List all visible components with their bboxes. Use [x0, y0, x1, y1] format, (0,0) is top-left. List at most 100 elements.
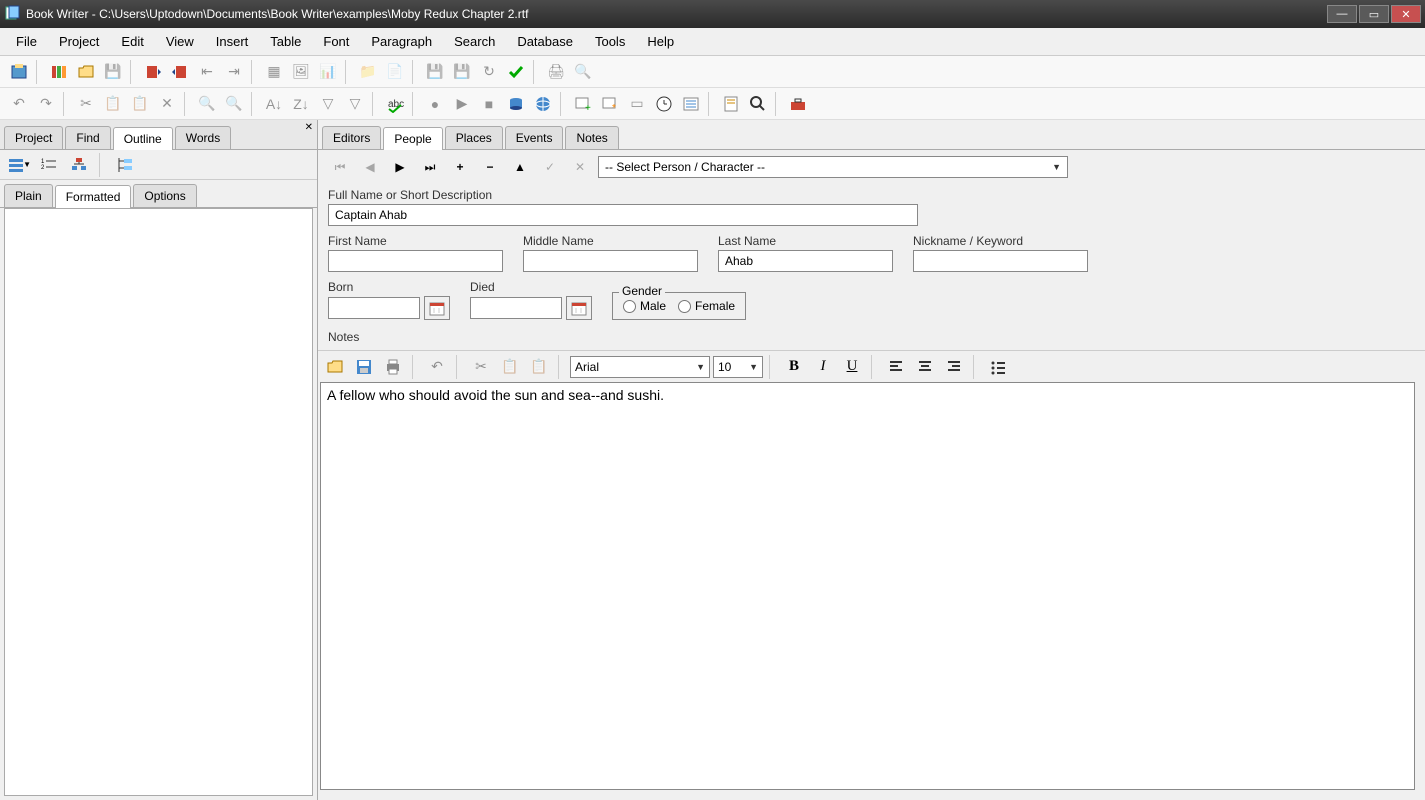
align-center-button[interactable]: [912, 355, 938, 379]
notes-cut-icon[interactable]: ✂: [468, 354, 494, 380]
gender-female-option[interactable]: Female: [678, 299, 735, 313]
sort-asc-icon[interactable]: A↓: [261, 91, 287, 117]
chart-icon[interactable]: 📊: [315, 59, 341, 85]
notes-paste-icon[interactable]: 📋: [526, 354, 552, 380]
sort-desc-icon[interactable]: Z↓: [288, 91, 314, 117]
remove-icon[interactable]: −: [478, 157, 502, 177]
document-icon[interactable]: 📄: [382, 59, 408, 85]
gender-male-radio[interactable]: [623, 300, 636, 313]
indent-right-icon[interactable]: ⇥: [221, 59, 247, 85]
panel-close-icon[interactable]: ✕: [305, 122, 313, 133]
bold-button[interactable]: B: [781, 355, 807, 379]
print-icon[interactable]: 🖨: [543, 59, 569, 85]
tab-words[interactable]: Words: [175, 126, 231, 149]
globe-icon[interactable]: [530, 91, 556, 117]
find-next-icon[interactable]: 🔍: [221, 91, 247, 117]
disk-all-icon[interactable]: 💾: [449, 59, 475, 85]
menu-database[interactable]: Database: [507, 30, 583, 53]
person-select[interactable]: -- Select Person / Character -- ▼: [598, 156, 1068, 178]
menu-table[interactable]: Table: [260, 30, 311, 53]
image-icon[interactable]: 🖼: [288, 59, 314, 85]
toolbox-icon[interactable]: [785, 91, 811, 117]
menu-search[interactable]: Search: [444, 30, 505, 53]
open-icon[interactable]: [73, 59, 99, 85]
menu-file[interactable]: File: [6, 30, 47, 53]
indent-left-icon[interactable]: ⇤: [194, 59, 220, 85]
database-icon[interactable]: [503, 91, 529, 117]
gender-male-option[interactable]: Male: [623, 299, 666, 313]
check-icon[interactable]: [503, 59, 529, 85]
cancel-icon[interactable]: ✕: [568, 157, 592, 177]
play-icon[interactable]: ▶: [449, 91, 475, 117]
minimize-button[interactable]: —: [1327, 5, 1357, 23]
middle-name-input[interactable]: [523, 250, 698, 272]
tab-notes[interactable]: Notes: [565, 126, 618, 149]
tab-find[interactable]: Find: [65, 126, 110, 149]
menu-help[interactable]: Help: [637, 30, 684, 53]
last-name-input[interactable]: [718, 250, 893, 272]
maximize-button[interactable]: ▭: [1359, 5, 1389, 23]
tab-places[interactable]: Places: [445, 126, 503, 149]
rec-icon[interactable]: ●: [422, 91, 448, 117]
subtab-plain[interactable]: Plain: [4, 184, 53, 207]
menu-tools[interactable]: Tools: [585, 30, 635, 53]
edit-up-icon[interactable]: ▲: [508, 157, 532, 177]
books-icon[interactable]: [46, 59, 72, 85]
gender-female-radio[interactable]: [678, 300, 691, 313]
font-select[interactable]: Arial ▼: [570, 356, 710, 378]
born-calendar-icon[interactable]: [424, 296, 450, 320]
zoom-icon[interactable]: [745, 91, 771, 117]
cut-icon[interactable]: ✂: [73, 91, 99, 117]
table-icon[interactable]: ▦: [261, 59, 287, 85]
notes-open-icon[interactable]: [322, 354, 348, 380]
disk-icon[interactable]: 💾: [422, 59, 448, 85]
full-name-input[interactable]: [328, 204, 918, 226]
tab-people[interactable]: People: [383, 127, 442, 150]
notes-undo-icon[interactable]: ↶: [424, 354, 450, 380]
align-right-button[interactable]: [941, 355, 967, 379]
tree-icon[interactable]: [112, 152, 138, 178]
underline-button[interactable]: U: [839, 355, 865, 379]
filter-icon[interactable]: ▽: [315, 91, 341, 117]
card-new-icon[interactable]: *: [597, 91, 623, 117]
refresh-icon[interactable]: ↻: [476, 59, 502, 85]
bullet-list-button[interactable]: [985, 355, 1011, 379]
nav-last-icon[interactable]: ⏭: [418, 157, 442, 177]
notes-save-icon[interactable]: [351, 354, 377, 380]
folder-icon[interactable]: 📁: [355, 59, 381, 85]
hierarchy-icon[interactable]: [66, 152, 92, 178]
menu-font[interactable]: Font: [313, 30, 359, 53]
italic-button[interactable]: I: [810, 355, 836, 379]
tab-project[interactable]: Project: [4, 126, 63, 149]
delete-icon[interactable]: ✕: [154, 91, 180, 117]
redo-icon[interactable]: ↷: [33, 91, 59, 117]
menu-edit[interactable]: Edit: [111, 30, 153, 53]
notes-editor[interactable]: A fellow who should avoid the sun and se…: [320, 382, 1415, 790]
notes-copy-icon[interactable]: 📋: [497, 354, 523, 380]
nickname-input[interactable]: [913, 250, 1088, 272]
find-icon[interactable]: 🔍: [194, 91, 220, 117]
report-icon[interactable]: [718, 91, 744, 117]
add-icon[interactable]: +: [448, 157, 472, 177]
outline-style-icon[interactable]: ▼: [6, 152, 32, 178]
menu-insert[interactable]: Insert: [206, 30, 259, 53]
preview-icon[interactable]: 🔍: [570, 59, 596, 85]
tab-events[interactable]: Events: [505, 126, 564, 149]
book-out-icon[interactable]: [167, 59, 193, 85]
menu-paragraph[interactable]: Paragraph: [361, 30, 442, 53]
stop-icon[interactable]: ■: [476, 91, 502, 117]
died-calendar-icon[interactable]: [566, 296, 592, 320]
save-icon[interactable]: 💾: [100, 59, 126, 85]
spellcheck-icon[interactable]: abc: [382, 91, 408, 117]
tab-outline[interactable]: Outline: [113, 127, 173, 150]
nav-next-icon[interactable]: ▶: [388, 157, 412, 177]
subtab-formatted[interactable]: Formatted: [55, 185, 132, 208]
font-size-select[interactable]: 10 ▼: [713, 356, 763, 378]
first-name-input[interactable]: [328, 250, 503, 272]
confirm-icon[interactable]: ✓: [538, 157, 562, 177]
align-left-button[interactable]: [883, 355, 909, 379]
book-in-icon[interactable]: [140, 59, 166, 85]
menu-project[interactable]: Project: [49, 30, 109, 53]
card-add-icon[interactable]: +: [570, 91, 596, 117]
nav-prev-icon[interactable]: ◀: [358, 157, 382, 177]
